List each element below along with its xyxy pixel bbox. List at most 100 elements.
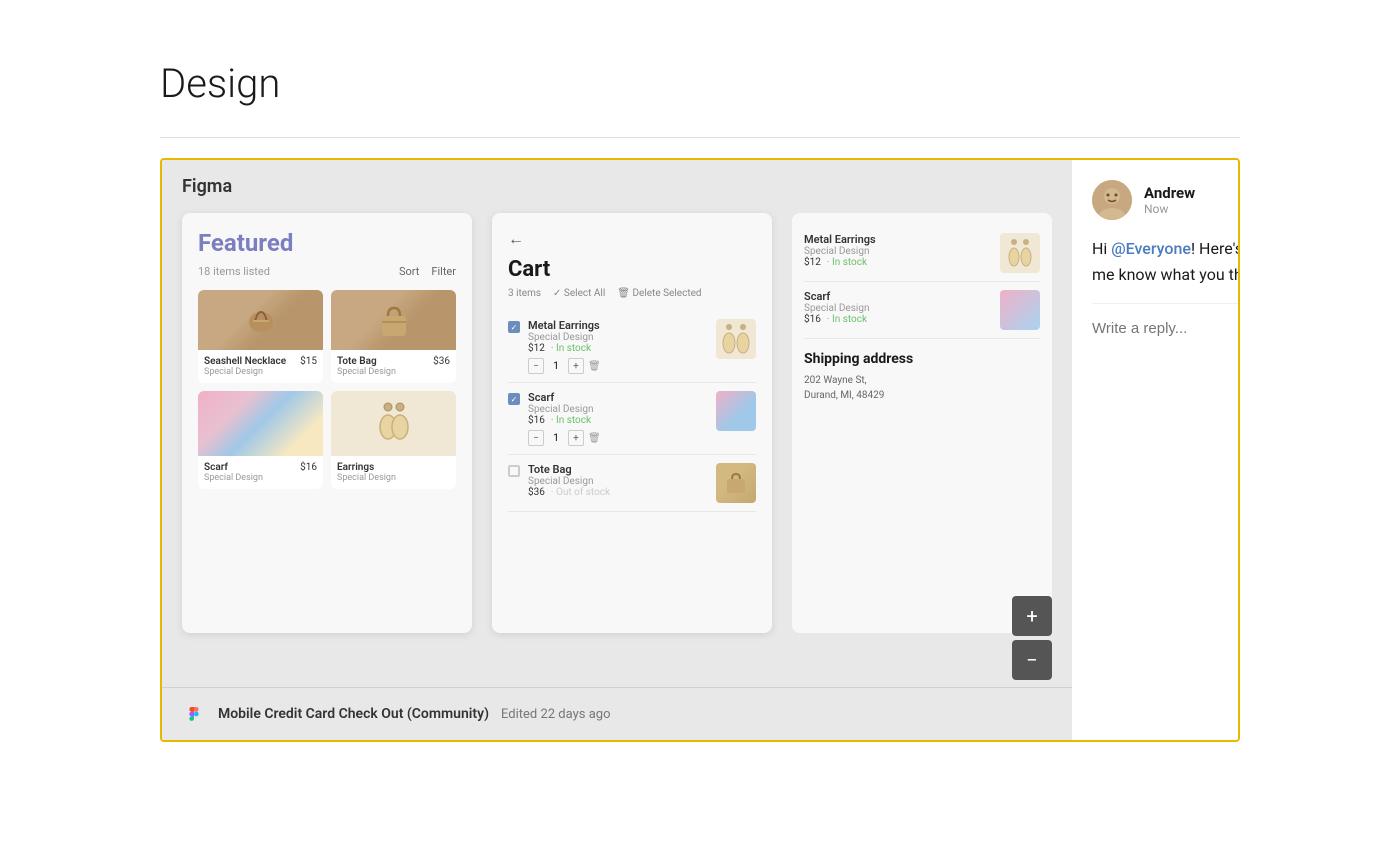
overflow-item: Metal Earrings Special Design $12 · In s… [804,225,1040,282]
overflow-item-info: Metal Earrings Special Design $12 · In s… [804,233,992,268]
product-thumbnail [198,391,323,456]
overflow-price: $12 [804,257,821,268]
comment-username: Andrew [1144,184,1240,202]
list-item[interactable]: Seashell Necklace $15 Special Design [198,290,323,383]
list-item[interactable]: Scarf $16 Special Design [198,391,323,489]
stock-status: · In stock [827,257,867,268]
zoom-in-btn[interactable]: + [1012,596,1052,636]
quantity-control: − 1 + 🗑 [528,358,708,374]
comment-time: Now [1144,202,1240,216]
overflow-panel: Metal Earrings Special Design $12 · In s… [792,213,1052,633]
figma-edited-time: Edited 22 days ago [501,707,610,722]
select-all-btn[interactable]: ✓ Select All [553,288,605,299]
cart-item-sub: Special Design [528,476,708,487]
back-arrow[interactable]: ← [508,229,756,249]
overflow-item-sub: Special Design [804,246,992,257]
cart-item-thumbnail [716,391,756,431]
figma-panel: Figma Featured 18 items listed Sort Filt… [162,160,1072,740]
product-info: Scarf $16 Special Design [198,456,323,489]
cart-screen: ← Cart 3 items ✓ Select All 🗑 Delete Sel… [492,213,772,633]
sort-label[interactable]: Sort [399,265,419,278]
product-price: $36 [433,356,450,367]
cart-meta: 3 items ✓ Select All 🗑 Delete Selected [508,288,756,299]
cart-item-price: $36 [528,487,545,498]
filter-label[interactable]: Filter [431,265,456,278]
product-thumbnail [331,290,456,350]
decrease-qty-btn[interactable]: − [528,358,544,374]
filter-sort: Sort Filter [399,265,456,278]
cart-item-thumbnail [716,319,756,359]
items-count-label: 18 items listed [198,265,270,278]
product-name: Seashell Necklace [204,356,286,367]
delete-item-btn[interactable]: 🗑 [588,361,601,372]
shipping-title: Shipping address [804,351,1040,367]
comment-mention[interactable]: @Everyone [1111,239,1191,258]
stock-status: · In stock [827,314,867,325]
cart-checkbox[interactable]: ✓ [508,321,520,333]
cart-item-price: $12 [528,343,545,354]
figma-logo-icon [182,702,206,726]
list-item[interactable]: Earrings Special Design [331,391,456,489]
zoom-out-btn[interactable]: − [1012,640,1052,680]
product-info: Earrings Special Design [331,456,456,489]
cart-item-info: Tote Bag Special Design $36 · Out of sto… [528,463,708,498]
title-divider [160,137,1240,138]
cart-item-info: Metal Earrings Special Design $12 · In s… [528,319,708,374]
figma-header: Figma [162,160,1072,213]
shipping-section: Shipping address 202 Wayne St, Durand, M… [804,351,1040,403]
stock-status: · In stock [551,343,591,354]
page-title: Design [160,60,1240,107]
cart-items-count: 3 items [508,288,541,299]
reply-section: REPLY [1092,303,1240,337]
product-thumbnail [198,290,323,350]
list-item[interactable]: Tote Bag $36 Special Design [331,290,456,383]
overflow-item-name: Metal Earrings [804,233,992,246]
overflow-price: $16 [804,314,821,325]
overflow-item: Scarf Special Design $16 · In stock [804,282,1040,339]
product-thumbnail [331,391,456,456]
product-name: Tote Bag [337,356,377,367]
product-info: Tote Bag $36 Special Design [331,350,456,383]
increase-qty-btn[interactable]: + [568,430,584,446]
overflow-thumbnail [1000,290,1040,330]
reply-input[interactable] [1092,320,1240,337]
items-count: 18 items listed Sort Filter [198,265,456,278]
stock-status: · In stock [551,415,591,426]
zoom-controls: + − [1012,596,1052,680]
increase-qty-btn[interactable]: + [568,358,584,374]
featured-screen: Featured 18 items listed Sort Filter [182,213,472,633]
cart-item: ✓ Scarf Special Design $16 · In stock − [508,383,756,455]
figma-file-name: Mobile Credit Card Check Out (Community) [218,706,489,722]
product-sub: Special Design [204,367,317,377]
cart-title: Cart [508,257,756,282]
cart-checkbox[interactable]: ✓ [508,393,520,405]
comment-body: Hi @Everyone! Here's the prototype, let … [1092,236,1240,287]
avatar [1092,180,1132,220]
cart-item-name: Tote Bag [528,463,708,476]
product-name: Earrings [337,462,374,473]
product-grid: Seashell Necklace $15 Special Design [198,290,456,489]
delete-selected-btn[interactable]: 🗑 Delete Selected [617,288,701,299]
product-sub: Special Design [337,473,450,483]
comment-user-info: Andrew Now [1144,184,1240,216]
cart-item-sub: Special Design [528,332,708,343]
cart-item-sub: Special Design [528,404,708,415]
comment-prefix: Hi [1092,239,1111,258]
cart-item-info: Scarf Special Design $16 · In stock − 1 … [528,391,708,446]
product-price: $16 [300,462,317,473]
figma-content: Featured 18 items listed Sort Filter [162,213,1072,633]
cart-item: ✓ Metal Earrings Special Design $12 · In… [508,311,756,383]
decrease-qty-btn[interactable]: − [528,430,544,446]
product-name: Scarf [204,462,228,473]
cart-item: Tote Bag Special Design $36 · Out of sto… [508,455,756,512]
product-price: $15 [300,356,317,367]
main-card: Figma Featured 18 items listed Sort Filt… [160,158,1240,742]
delete-item-btn[interactable]: 🗑 [588,433,601,444]
quantity-value: 1 [548,433,564,444]
cart-checkbox[interactable] [508,465,520,477]
cart-item-name: Scarf [528,391,708,404]
overflow-thumbnail [1000,233,1040,273]
featured-title: Featured [198,229,456,257]
overflow-item-sub: Special Design [804,303,992,314]
product-sub: Special Design [337,367,450,377]
